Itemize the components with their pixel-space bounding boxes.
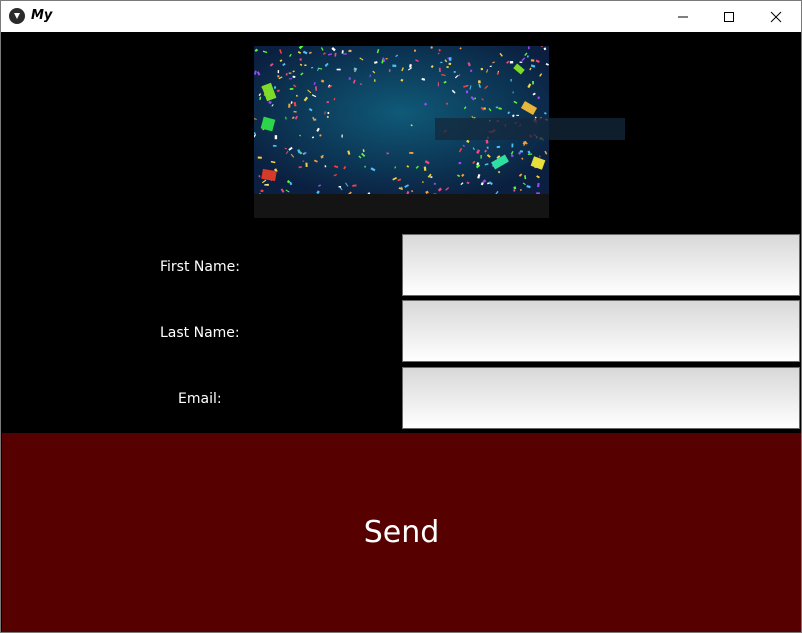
confetti-piece — [343, 53, 347, 55]
minimize-icon — [678, 16, 688, 17]
confetti-piece — [326, 101, 329, 104]
confetti-piece — [458, 161, 462, 165]
confetti-piece — [470, 69, 473, 72]
confetti-piece — [510, 78, 512, 82]
confetti-piece — [421, 181, 424, 183]
first-name-input[interactable] — [402, 234, 800, 296]
confetti-piece — [511, 143, 514, 148]
confetti-piece — [532, 81, 534, 85]
window-title: My — [31, 8, 53, 23]
confetti-piece — [539, 155, 541, 158]
confetti-piece — [437, 82, 439, 87]
confetti-piece — [273, 86, 277, 89]
confetti-piece — [477, 80, 481, 84]
close-icon — [770, 11, 782, 22]
confetti-piece — [446, 66, 449, 69]
confetti-piece — [374, 79, 376, 82]
confetti-piece — [474, 97, 476, 100]
maximize-button[interactable] — [706, 1, 752, 32]
confetti-piece — [537, 96, 540, 100]
confetti-piece — [513, 189, 516, 192]
minimize-button[interactable] — [660, 1, 706, 32]
confetti-piece — [266, 184, 269, 186]
confetti-piece — [465, 90, 469, 94]
confetti-piece — [392, 64, 397, 68]
maximize-icon — [724, 11, 734, 22]
confetti-piece — [448, 62, 452, 66]
title-bar[interactable]: My — [1, 1, 801, 32]
confetti-piece — [288, 72, 292, 74]
confetti-piece — [512, 91, 514, 94]
confetti-piece — [413, 49, 417, 52]
confetti-piece — [277, 75, 280, 78]
confetti-piece — [274, 135, 278, 140]
confetti-piece — [446, 102, 448, 105]
confetti-piece — [260, 189, 264, 193]
confetti-piece — [338, 186, 342, 188]
confetti-piece — [257, 156, 262, 159]
confetti-piece — [480, 155, 482, 159]
confetti-piece — [440, 61, 443, 64]
confetti-piece — [288, 103, 291, 108]
banner-overlay — [435, 118, 625, 140]
first-name-label: First Name: — [160, 259, 240, 275]
confetti-piece — [409, 151, 414, 155]
confetti-piece — [388, 69, 391, 73]
confetti-piece — [509, 61, 514, 64]
confetti-piece — [305, 162, 308, 168]
close-button[interactable] — [753, 1, 799, 32]
last-name-input[interactable] — [402, 300, 800, 362]
confetti-piece — [438, 67, 441, 73]
confetti-piece — [540, 46, 543, 47]
confetti-piece — [277, 70, 280, 74]
confetti-piece — [519, 61, 523, 64]
confetti-piece — [480, 67, 484, 71]
confetti-piece — [288, 78, 293, 80]
kivy-app-icon — [9, 8, 25, 24]
send-button[interactable]: Send — [2, 433, 801, 632]
email-label: Email: — [178, 391, 222, 407]
confetti-piece — [327, 111, 330, 115]
confetti-piece — [304, 64, 307, 67]
confetti-piece — [448, 57, 452, 61]
confetti-piece — [341, 134, 343, 138]
confetti-piece — [336, 68, 341, 71]
confetti-piece — [258, 175, 261, 178]
confetti-piece — [453, 71, 456, 73]
confetti-piece — [523, 141, 525, 146]
main-content: First Name: Last Name: Email: Send — [1, 32, 801, 632]
confetti-piece — [348, 50, 352, 53]
confetti-piece — [528, 46, 530, 50]
confetti-piece — [272, 144, 277, 147]
confetti-piece — [348, 77, 351, 80]
confetti-piece — [289, 87, 294, 91]
app-window: My First Name: Last Name: Email: Send — [0, 0, 802, 633]
confetti-piece — [326, 115, 329, 118]
confetti-piece — [516, 114, 519, 116]
last-name-label: Last Name: — [160, 325, 240, 341]
email-input[interactable] — [402, 367, 800, 429]
confetti-piece — [530, 59, 535, 62]
confetti-piece — [364, 165, 366, 168]
confetti-piece — [386, 152, 389, 155]
